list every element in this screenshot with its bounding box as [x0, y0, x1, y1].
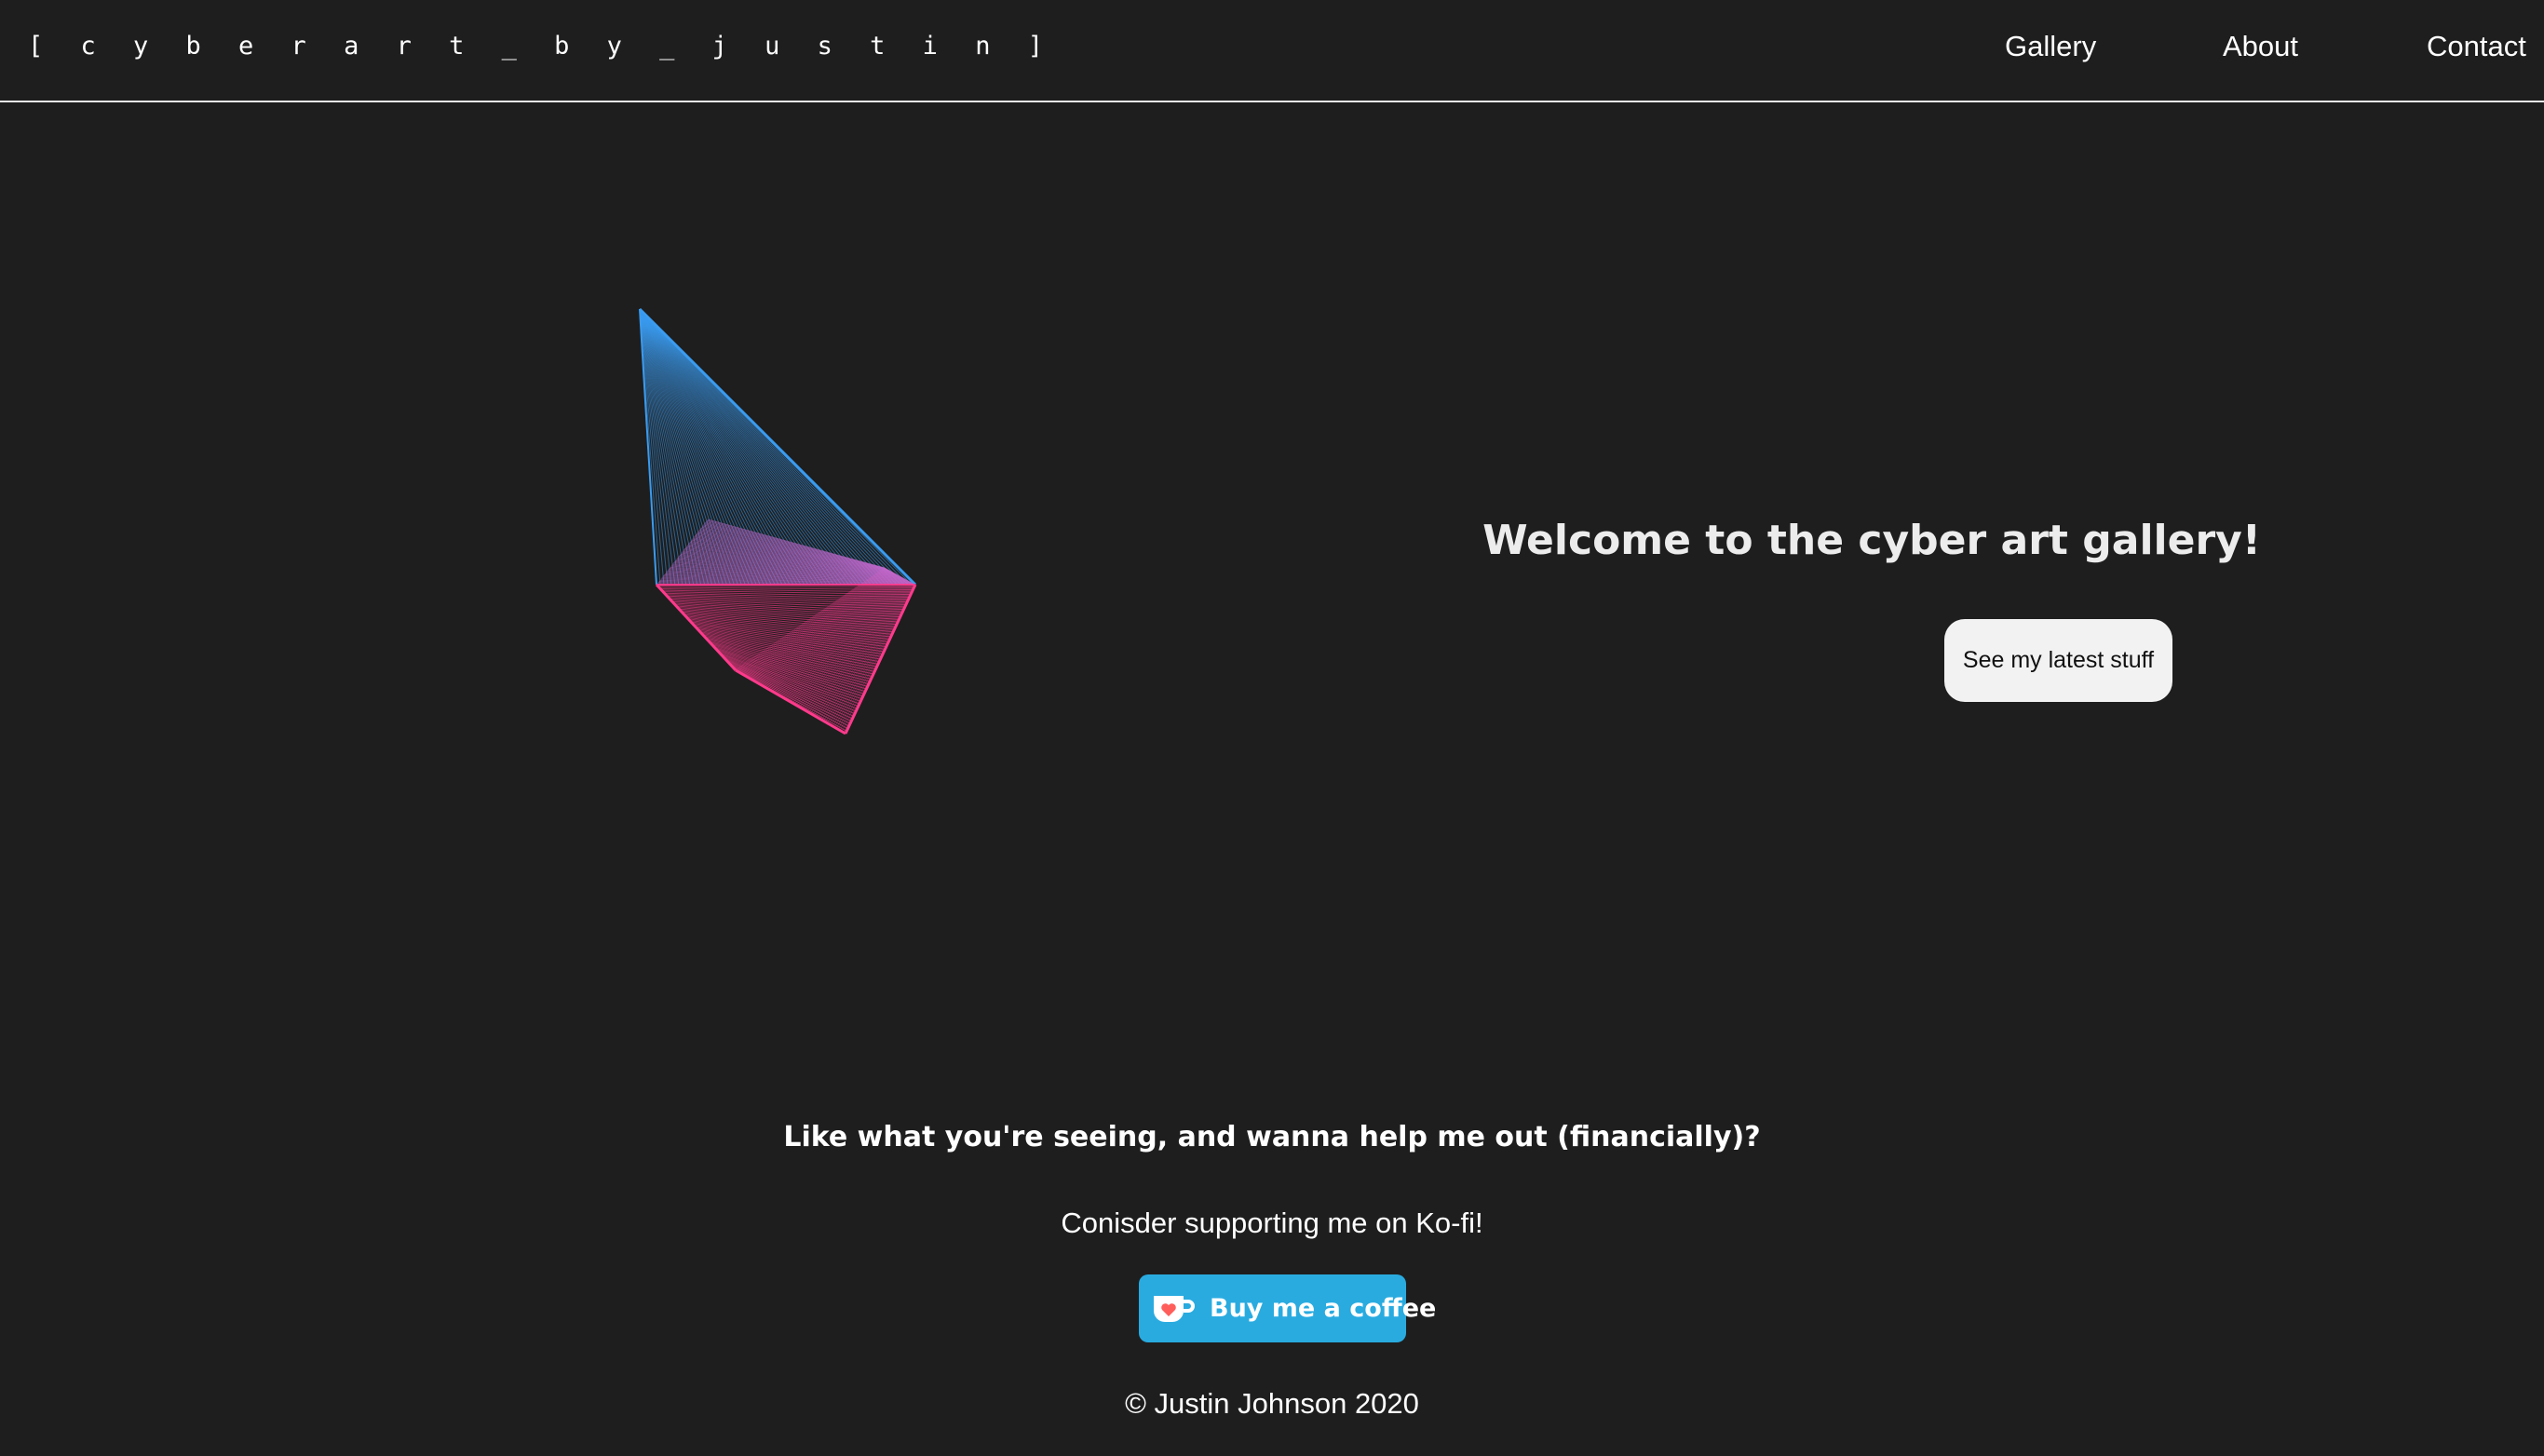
- nav-link-gallery[interactable]: Gallery: [2005, 30, 2096, 63]
- footer-copyright: © Justin Johnson 2020: [1125, 1387, 1419, 1420]
- kofi-button-label: Buy me a coffee: [1210, 1294, 1437, 1323]
- support-question: Like what you're seeing, and wanna help …: [783, 1121, 1761, 1153]
- kofi-cup-icon: [1154, 1295, 1195, 1322]
- nav-link-about[interactable]: About: [2223, 30, 2298, 63]
- cyber-art-graphic: [638, 307, 917, 735]
- art-pink-wireframe: [655, 519, 917, 735]
- nav-link-contact[interactable]: Contact: [2427, 30, 2526, 63]
- site-brand-logo[interactable]: [ c y b e r a r t _ b y _ j u s t i n ]: [28, 32, 1054, 61]
- see-latest-button[interactable]: See my latest stuff: [1944, 619, 2172, 702]
- support-subtext: Conisder supporting me on Ko-fi!: [1061, 1207, 1483, 1239]
- top-nav-bar: [ c y b e r a r t _ b y _ j u s t i n ] …: [0, 0, 2544, 102]
- buy-me-a-coffee-button[interactable]: Buy me a coffee: [1139, 1274, 1436, 1342]
- hero-title: Welcome to the cyber art gallery!: [1482, 517, 2261, 564]
